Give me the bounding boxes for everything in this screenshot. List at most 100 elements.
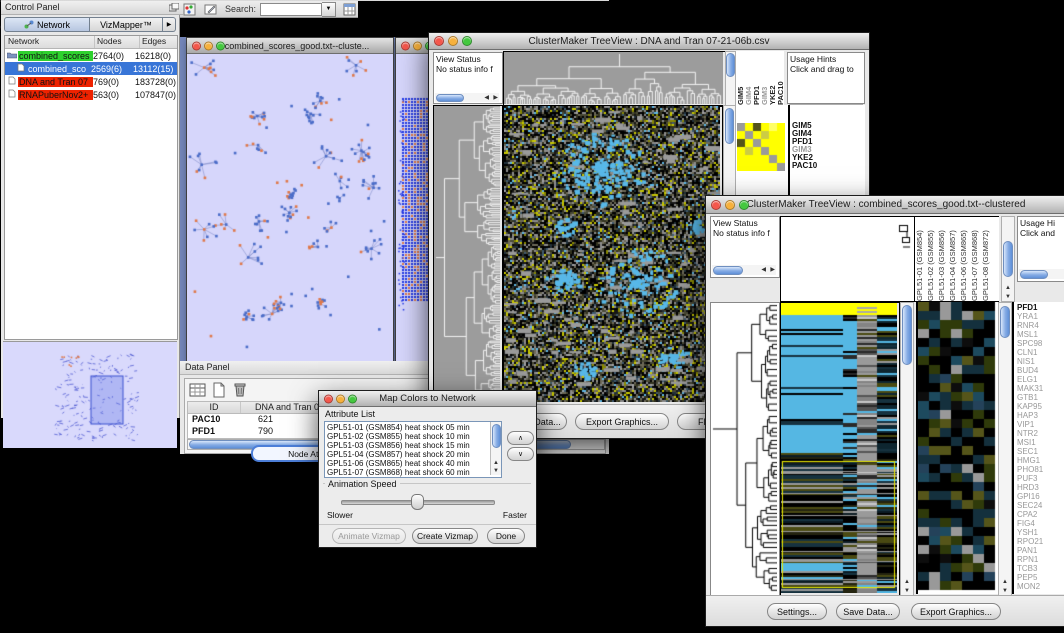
speed-slider-thumb[interactable] — [411, 494, 424, 510]
network-view-window[interactable]: combined_scores_good.txt--cluste... — [186, 37, 394, 361]
col-nodes[interactable]: Nodes — [95, 36, 140, 48]
tv1-gene[interactable]: GIM5 — [792, 122, 865, 130]
tv2-gene[interactable]: NTR2 — [1017, 429, 1064, 438]
tv2-column-label[interactable]: GPL51-07 (GSM868) — [970, 217, 981, 301]
network-row[interactable]: combined_scores2764(0)16218(0) — [5, 49, 177, 62]
tv1-column-label[interactable]: GIM5 — [736, 51, 744, 105]
tab-network[interactable]: Network — [4, 17, 90, 32]
scroll-down-icon[interactable]: ▼ — [493, 468, 499, 474]
tv2-gene[interactable]: YRA1 — [1017, 312, 1064, 321]
close-button[interactable] — [711, 200, 721, 210]
tv2-collabel-vscrollbar[interactable]: ▲ ▼ — [1001, 216, 1015, 302]
col-id[interactable]: ID — [188, 402, 241, 413]
tv1-gene[interactable]: PAC10 — [792, 162, 865, 170]
tab-vizmapper[interactable]: VizMapper™ — [90, 17, 163, 32]
export-graphics-button[interactable]: Export Graphics... — [575, 413, 669, 430]
tv2-zoom-heatmap[interactable] — [918, 302, 996, 592]
scroll-down-icon[interactable]: ▼ — [904, 588, 910, 594]
settings-button[interactable]: Settings... — [767, 603, 827, 620]
tv2-column-label[interactable]: GPL51-03 (GSM856) — [937, 217, 948, 301]
move-up-button[interactable]: ∧ — [507, 431, 534, 445]
tv2-gene[interactable]: VIP1 — [1017, 420, 1064, 429]
tv2-gene[interactable]: YSH1 — [1017, 528, 1064, 537]
attribute-item[interactable]: GPL51-02 (GSM855) heat shock 10 min — [327, 432, 489, 441]
col-network[interactable]: Network — [5, 36, 95, 48]
tv2-gene[interactable]: FIG4 — [1017, 519, 1064, 528]
tv1-status-hscrollbar[interactable]: ◀ ▶ — [435, 93, 499, 102]
zoom-button[interactable] — [348, 394, 357, 403]
minimize-button[interactable] — [336, 394, 345, 403]
annotation-icon[interactable] — [203, 2, 219, 17]
tv2-gene[interactable]: SEC24 — [1017, 501, 1064, 510]
tv2-column-label[interactable]: GPL51-06 (GSM865) — [959, 217, 970, 301]
minimize-button[interactable] — [448, 36, 458, 46]
zoom-button[interactable] — [216, 41, 225, 50]
tv2-row-dendrogram[interactable] — [710, 302, 780, 596]
tv2-zoom-vscrollbar[interactable]: ▲ ▼ — [998, 302, 1012, 596]
tv1-column-label[interactable]: PFD1 — [752, 51, 760, 105]
tabs-overflow-button[interactable]: ▶ — [163, 17, 176, 32]
close-button[interactable] — [434, 36, 444, 46]
minimize-button[interactable] — [725, 200, 735, 210]
tv1-column-label[interactable]: YKE2 — [768, 51, 776, 105]
tv1-zoom-heatmap[interactable] — [737, 123, 785, 171]
treeview1-titlebar[interactable]: ClusterMaker TreeView : DNA and Tran 07-… — [429, 33, 869, 50]
new-document-icon[interactable] — [211, 382, 227, 403]
float-panel-icon[interactable] — [169, 3, 179, 16]
attribute-browser-icon[interactable] — [342, 2, 358, 17]
tv2-gene[interactable]: MON2 — [1017, 582, 1064, 591]
tv1-gene[interactable]: PFD1 — [792, 138, 865, 146]
tv1-column-label[interactable]: GIM3 — [760, 51, 768, 105]
tv2-column-label[interactable]: GPL51-04 (GSM857) — [948, 217, 959, 301]
tv2-gene[interactable]: PEP5 — [1017, 573, 1064, 582]
network-row[interactable]: RNAPuberNov2+563(0)107847(0) — [5, 88, 177, 101]
tv1-gene[interactable]: GIM4 — [792, 130, 865, 138]
search-input[interactable] — [260, 3, 322, 16]
scroll-down-icon[interactable]: ▼ — [1005, 294, 1011, 300]
col-edges[interactable]: Edges — [140, 36, 177, 48]
attribute-item[interactable]: GPL51-01 (GSM854) heat shock 05 min — [327, 423, 489, 432]
move-down-button[interactable]: ∨ — [507, 447, 534, 461]
tv1-gene[interactable]: GIM3 — [792, 146, 865, 154]
tv2-column-label[interactable]: GPL51-02 (GSM855) — [926, 217, 937, 301]
tv2-gene[interactable]: GPI16 — [1017, 492, 1064, 501]
attribute-listbox[interactable]: GPL51-01 (GSM854) heat shock 05 minGPL51… — [324, 421, 502, 478]
scroll-up-icon[interactable]: ▲ — [904, 579, 910, 585]
tv1-column-label[interactable]: GIM4 — [744, 51, 752, 105]
attribute-item[interactable]: GPL51-03 (GSM856) heat shock 15 min — [327, 441, 489, 450]
zoom-button[interactable] — [462, 36, 472, 46]
tv1-column-label[interactable]: PAC10 — [776, 51, 784, 105]
tv2-gene[interactable]: HMG1 — [1017, 456, 1064, 465]
zoom-button[interactable] — [739, 200, 749, 210]
tv2-heatmap-vscrollbar[interactable]: ▲ ▼ — [900, 302, 914, 596]
scroll-left-icon[interactable]: ◀ — [761, 267, 766, 273]
tv1-collabel-vscrollbar[interactable] — [725, 51, 736, 107]
scroll-up-icon[interactable]: ▲ — [1002, 579, 1008, 585]
network-row[interactable]: DNA and Tran 07769(0)183728(0) — [5, 75, 177, 88]
scroll-right-icon[interactable]: ▶ — [493, 95, 498, 101]
tv1-column-dendrogram[interactable] — [503, 51, 726, 107]
tv1-heatmap[interactable] — [503, 105, 723, 405]
trash-icon[interactable] — [232, 381, 248, 403]
tv2-gene[interactable]: RNR4 — [1017, 321, 1064, 330]
dialog-titlebar[interactable]: Map Colors to Network — [319, 391, 536, 407]
attribute-item[interactable]: GPL51-07 (GSM868) heat shock 60 min — [327, 468, 489, 477]
tv2-gene[interactable]: RPO21 — [1017, 537, 1064, 546]
tv2-gene[interactable]: TCB3 — [1017, 564, 1064, 573]
tv2-status-hscrollbar[interactable]: ◀ ▶ — [712, 265, 776, 275]
export-graphics-button[interactable]: Export Graphics... — [911, 603, 1001, 620]
tv2-column-dendrogram[interactable] — [780, 216, 915, 302]
tv2-heatmap[interactable] — [780, 302, 900, 596]
network-view-titlebar[interactable]: combined_scores_good.txt--cluste... — [187, 38, 393, 54]
tv2-gene[interactable]: SEC1 — [1017, 447, 1064, 456]
attribute-list-vscrollbar[interactable]: ▲ ▼ — [490, 422, 501, 475]
create-vizmap-button[interactable]: Create Vizmap — [412, 528, 478, 544]
attribute-item[interactable]: GPL51-06 (GSM865) heat shock 40 min — [327, 459, 489, 468]
tv2-gene[interactable]: MSL1 — [1017, 330, 1064, 339]
tv2-gene[interactable]: HAP3 — [1017, 411, 1064, 420]
vizmapper-icon[interactable] — [182, 2, 198, 17]
tv2-gene[interactable]: PUF3 — [1017, 474, 1064, 483]
animate-vizmap-button[interactable]: Animate Vizmap — [332, 528, 406, 544]
scroll-right-icon[interactable]: ▶ — [770, 267, 775, 273]
tv2-gene[interactable]: CLN1 — [1017, 348, 1064, 357]
